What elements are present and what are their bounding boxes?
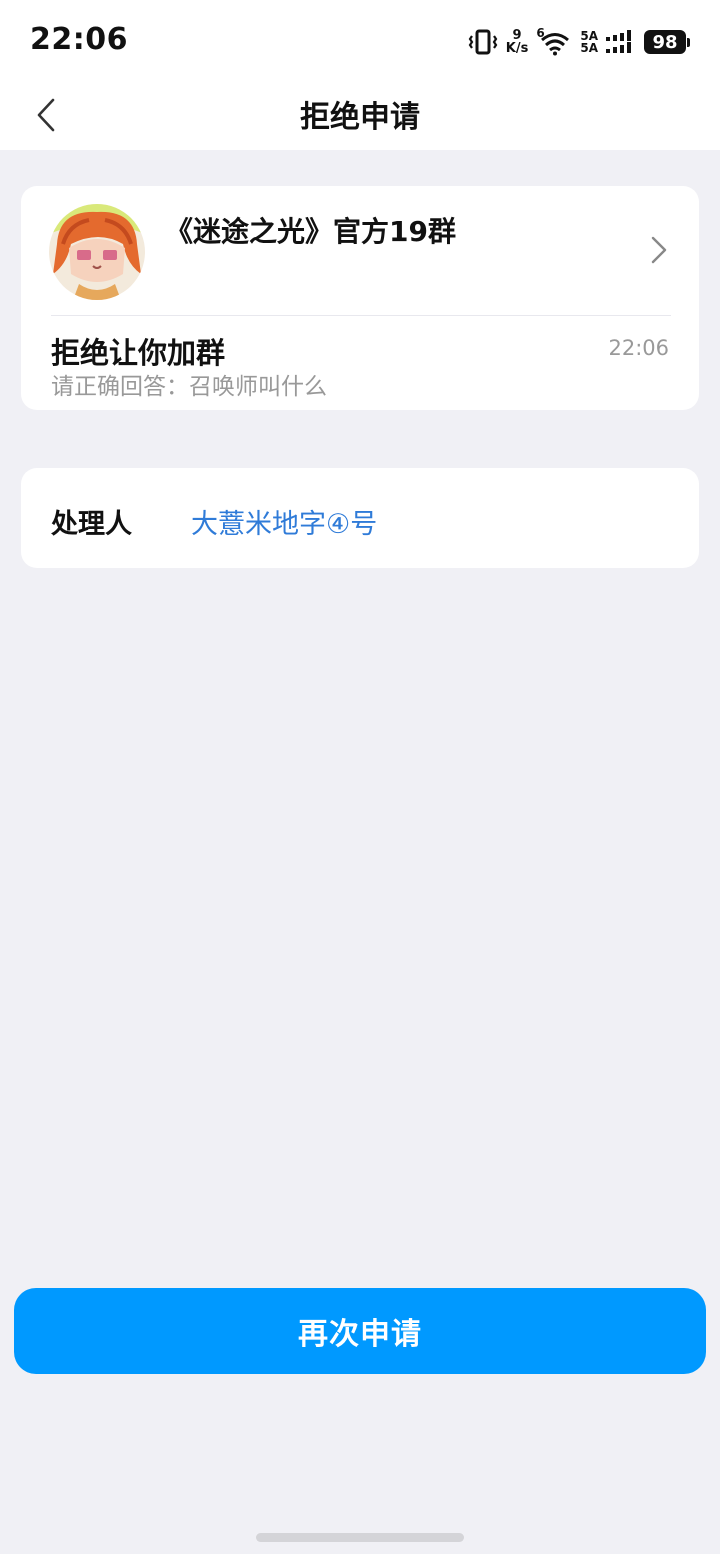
battery-icon: 98 bbox=[644, 30, 690, 54]
home-indicator[interactable] bbox=[256, 1533, 464, 1542]
signal-icon bbox=[606, 29, 636, 55]
avatar-image bbox=[49, 204, 145, 300]
chevron-right-icon[interactable] bbox=[651, 236, 667, 268]
status-time: 22:06 bbox=[30, 22, 128, 57]
status-icons: 9 K/s 6 5A 5A 98 bbox=[468, 26, 690, 58]
status-bar: 22:06 9 K/s 6 5A 5A 98 bbox=[0, 0, 720, 84]
request-time: 22:06 bbox=[608, 336, 669, 360]
request-detail: 请正确回答：召唤师叫什么 bbox=[51, 374, 327, 400]
group-card: 《迷途之光》官方19群 拒绝让你加群 请正确回答：召唤师叫什么 22:06 bbox=[21, 186, 699, 410]
divider bbox=[51, 315, 671, 316]
reapply-button[interactable]: 再次申请 bbox=[14, 1288, 706, 1374]
handler-label: 处理人 bbox=[51, 509, 132, 540]
handler-name-link[interactable]: 大薏米地字④号 bbox=[191, 502, 377, 541]
group-avatar[interactable] bbox=[49, 204, 145, 300]
network-speed-unit: K/s bbox=[505, 41, 529, 56]
group-name[interactable]: 《迷途之光》官方19群 bbox=[165, 210, 456, 250]
battery-level: 98 bbox=[644, 30, 686, 54]
signal-labels: 5A 5A bbox=[580, 30, 598, 54]
request-status-title: 拒绝让你加群 bbox=[51, 336, 226, 370]
vibrate-icon bbox=[468, 28, 498, 56]
wifi-label: 6 bbox=[536, 26, 545, 40]
page-title: 拒绝申请 bbox=[300, 100, 420, 135]
nav-bar: 拒绝申请 bbox=[0, 84, 720, 150]
battery-tip bbox=[687, 37, 690, 47]
network-speed: 9 K/s bbox=[506, 29, 529, 55]
handler-card: 处理人 大薏米地字④号 bbox=[21, 468, 699, 568]
wifi-icon: 6 bbox=[536, 26, 572, 56]
signal-label-2: 5A bbox=[580, 41, 598, 55]
